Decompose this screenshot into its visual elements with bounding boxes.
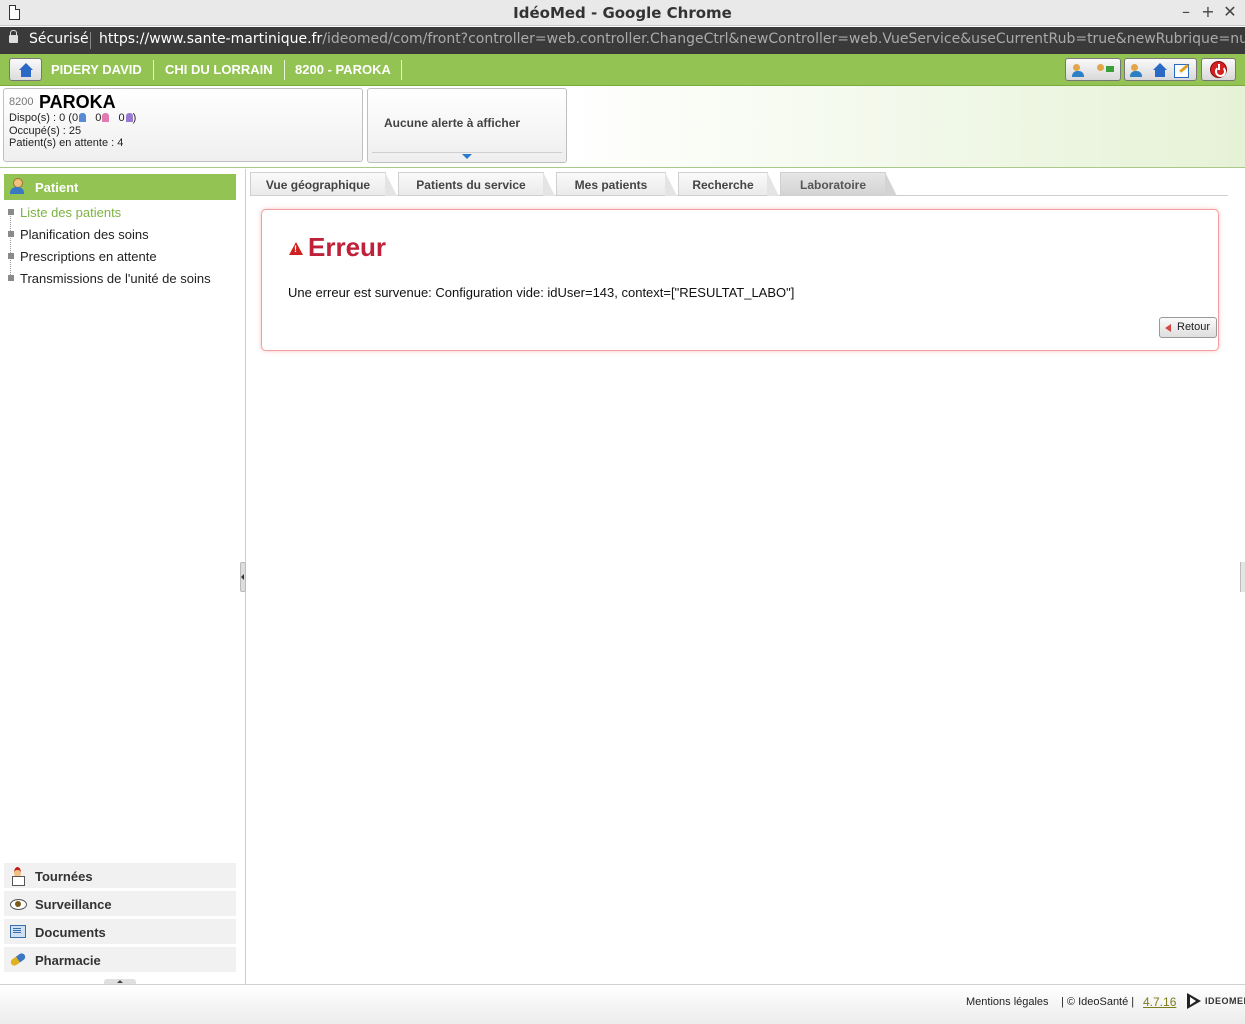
- sidebar-section-label: Surveillance: [35, 897, 112, 912]
- tree-bullet-icon: [8, 231, 14, 237]
- dispo-male: 0: [95, 112, 102, 124]
- error-panel: Erreur Une erreur est survenue: Configur…: [261, 209, 1219, 351]
- address-bar[interactable]: Sécurisé https://www.sante-martinique.fr…: [0, 27, 1245, 54]
- maximize-button[interactable]: +: [1199, 2, 1217, 22]
- sidebar-item-prescriptions[interactable]: Prescriptions en attente: [8, 249, 157, 264]
- error-message: Une erreur est survenue: Configuration v…: [288, 285, 795, 300]
- tab-patients-service[interactable]: Patients du service: [398, 172, 555, 196]
- nurse-icon: [9, 867, 26, 886]
- dispo-female: 0: [118, 112, 125, 124]
- sidebar-item-liste-patients[interactable]: Liste des patients: [8, 205, 121, 220]
- female-bed-icon: [102, 113, 110, 122]
- version-link[interactable]: 4.7.16: [1143, 995, 1176, 1009]
- tab-bar: Vue géographique Patients du service Mes…: [250, 172, 1228, 196]
- sidebar-section-label: Patient: [35, 180, 79, 195]
- footer: Mentions légales | © IdeoSanté | 4.7.16 …: [0, 984, 1245, 1024]
- pill-icon: [9, 951, 26, 968]
- edit-icon[interactable]: [1173, 62, 1191, 78]
- back-button[interactable]: Retour: [1159, 317, 1217, 338]
- tab-mes-patients[interactable]: Mes patients: [556, 172, 677, 196]
- url-path: /ideomed/com/front?controller=web.contro…: [322, 31, 1245, 47]
- eye-icon: [9, 895, 27, 912]
- unit-name: PAROKA: [39, 92, 116, 112]
- alerts-text: Aucune alerte à afficher: [384, 116, 521, 130]
- sidebar-section-tournees[interactable]: Tournées: [4, 863, 236, 889]
- sidebar-section-label: Pharmacie: [35, 953, 101, 968]
- ideomed-logo-icon: [1187, 993, 1201, 1009]
- sidebar-section-documents[interactable]: Documents: [4, 919, 236, 945]
- document-icon: [9, 923, 26, 940]
- sidebar-item-label: Planification des soins: [20, 227, 149, 242]
- app-tools-group: [1124, 58, 1197, 81]
- dispo-prefix: Dispo(s) : 0 (0: [9, 112, 79, 124]
- lock-icon: [9, 30, 18, 43]
- error-title: Erreur: [308, 232, 387, 262]
- user-settings-icon[interactable]: [1129, 62, 1148, 78]
- sidebar-item-label: Prescriptions en attente: [20, 249, 157, 264]
- home-button[interactable]: [9, 58, 42, 81]
- nav-divider: [153, 60, 154, 80]
- nav-user[interactable]: PIDERY DAVID: [51, 62, 142, 77]
- mixed-bed-icon: [125, 113, 133, 122]
- close-button[interactable]: ✕: [1221, 2, 1239, 22]
- unit-code: 8200: [9, 96, 34, 108]
- nav-hospital[interactable]: CHI DU LORRAIN: [165, 62, 273, 77]
- sidebar-toggle-button[interactable]: [240, 562, 246, 592]
- sidebar: Patient Liste des patients Planification…: [0, 169, 246, 984]
- sidebar-item-label: Transmissions de l'unité de soins: [20, 271, 211, 286]
- tab-laboratoire[interactable]: Laboratoire: [780, 172, 897, 196]
- tab-vue-geographique[interactable]: Vue géographique: [250, 172, 397, 196]
- minimize-button[interactable]: –: [1177, 2, 1195, 22]
- secure-label: Sécurisé: [29, 31, 89, 47]
- warning-icon: [289, 242, 303, 255]
- window-titlebar: IdéoMed - Google Chrome – + ✕: [0, 0, 1245, 26]
- home-icon: [17, 62, 35, 78]
- sidebar-section-label: Tournées: [35, 869, 93, 884]
- sidebar-section-pharmacie[interactable]: Pharmacie: [4, 947, 236, 973]
- patient-icon: [9, 178, 26, 195]
- sidebar-section-patient[interactable]: Patient: [4, 174, 236, 200]
- alerts-divider: [372, 152, 562, 153]
- logout-group: [1201, 58, 1236, 81]
- tree-bullet-icon: [8, 275, 14, 281]
- male-bed-icon: [79, 113, 87, 122]
- waiting-line: Patient(s) en attente : 4: [9, 137, 124, 149]
- top-navbar: PIDERY DAVID CHI DU LORRAIN 8200 - PAROK…: [0, 54, 1245, 86]
- unit-summary: 8200 PAROKA Dispo(s) : 0 (0 0 0) Occupé(…: [3, 88, 363, 162]
- patient-tools-group: [1065, 58, 1121, 81]
- back-button-label: Retour: [1177, 321, 1211, 333]
- url-text[interactable]: https://www.sante-martinique.fr/ideomed/…: [99, 31, 1245, 47]
- copyright-text: | © IdeoSanté |: [1061, 996, 1135, 1008]
- logo-text: IDEOMED: [1205, 996, 1245, 1006]
- chevron-down-icon[interactable]: [462, 154, 472, 159]
- tree-bullet-icon: [8, 209, 14, 215]
- sidebar-item-planification[interactable]: Planification des soins: [8, 227, 149, 242]
- nav-divider: [284, 60, 285, 80]
- right-panel-toggle[interactable]: [1240, 562, 1245, 592]
- back-arrow-icon: [1165, 324, 1171, 332]
- sidebar-item-label: Liste des patients: [20, 205, 122, 220]
- url-scheme: https://: [99, 31, 150, 47]
- address-separator: [90, 32, 91, 49]
- nav-service[interactable]: 8200 - PAROKA: [295, 62, 391, 77]
- service-home-icon[interactable]: [1151, 62, 1169, 78]
- sidebar-item-transmissions[interactable]: Transmissions de l'unité de soins: [8, 271, 211, 286]
- nav-divider: [401, 60, 402, 80]
- dispo-suffix: ): [132, 112, 137, 124]
- dispo-line: Dispo(s) : 0 (0 0 0): [9, 112, 136, 124]
- url-host: www.sante-martinique.fr: [149, 31, 323, 47]
- sidebar-section-surveillance[interactable]: Surveillance: [4, 891, 236, 917]
- tab-recherche[interactable]: Recherche: [678, 172, 779, 196]
- window-title: IdéoMed - Google Chrome: [513, 4, 732, 22]
- alerts-panel: Aucune alerte à afficher: [367, 88, 567, 163]
- legal-link[interactable]: Mentions légales: [966, 996, 1049, 1008]
- transfer-patient-icon[interactable]: [1096, 62, 1114, 78]
- users-icon[interactable]: [1072, 62, 1090, 78]
- tree-bullet-icon: [8, 253, 14, 259]
- sidebar-section-label: Documents: [35, 925, 106, 940]
- occupied-line: Occupé(s) : 25: [9, 125, 82, 137]
- power-icon[interactable]: [1210, 61, 1227, 78]
